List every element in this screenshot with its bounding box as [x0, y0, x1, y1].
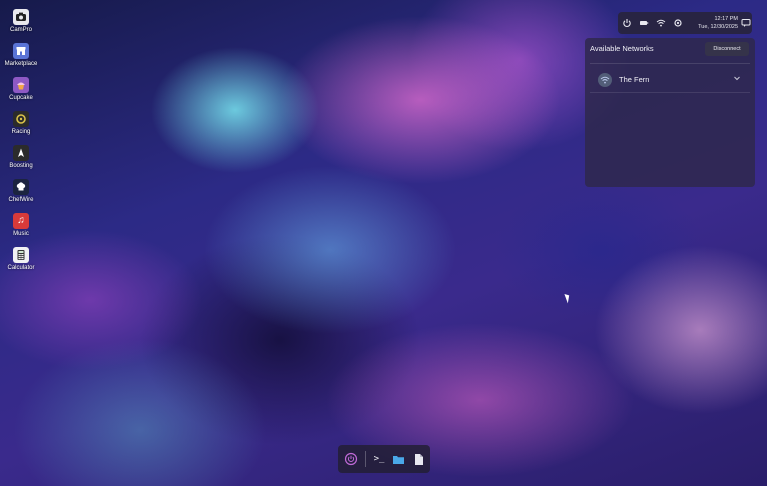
desktop-icon-label: Marketplace [4, 61, 38, 67]
disconnect-button[interactable]: Disconnect [705, 42, 749, 56]
desktop-icon-music[interactable]: ♫ Music [0, 213, 42, 245]
chef-hat-icon [13, 179, 29, 195]
divider [590, 92, 750, 93]
power-icon[interactable] [343, 451, 359, 467]
wifi-icon [598, 73, 612, 87]
divider [590, 63, 750, 64]
clock-date: Tue, 12/30/2025 [698, 24, 738, 30]
desktop-icon-boosting[interactable]: Boosting [0, 145, 42, 177]
desktop-icon-label: Boosting [9, 163, 33, 169]
desktop-icon-marketplace[interactable]: Marketplace [0, 43, 42, 75]
settings-icon[interactable] [672, 17, 684, 29]
wifi-icon[interactable] [655, 17, 667, 29]
mouse-cursor [564, 292, 572, 304]
racing-icon [13, 111, 29, 127]
desktop-background: CamPro Marketplace Cupcake Racing Boosti… [0, 0, 767, 486]
music-icon: ♫ [13, 213, 29, 229]
folder-icon[interactable] [390, 451, 406, 467]
system-tray: 12:17 PM Tue, 12/30/2025 [618, 12, 752, 34]
calculator-icon [13, 247, 29, 263]
cupcake-icon [13, 77, 29, 93]
desktop-icon-label: Cupcake [9, 95, 33, 101]
document-icon[interactable] [410, 451, 426, 467]
notifications-icon[interactable] [739, 16, 753, 30]
store-icon [13, 43, 29, 59]
battery-icon[interactable] [638, 17, 650, 29]
network-item[interactable]: The Fern [593, 71, 745, 89]
desktop-icon-label: Music [13, 231, 29, 237]
desktop-icon-calculator[interactable]: Calculator [0, 247, 42, 279]
network-ssid: The Fern [619, 75, 650, 84]
chevron-down-icon[interactable] [733, 74, 741, 87]
network-panel-title: Available Networks [590, 44, 654, 53]
terminal-icon[interactable]: >_ [371, 451, 387, 467]
power-icon[interactable] [621, 17, 633, 29]
network-panel: Available Networks Disconnect The Fern [585, 38, 755, 187]
desktop-icon-label: CamPro [9, 27, 32, 33]
desktop-icon-racing[interactable]: Racing [0, 111, 42, 143]
desktop-icon-label: Racing [11, 129, 31, 135]
boost-icon [13, 145, 29, 161]
camera-icon [13, 9, 29, 25]
desktop-icon-chefwire[interactable]: ChefWire [0, 179, 42, 211]
desktop-icon-campro[interactable]: CamPro [0, 9, 42, 41]
desktop-icon-label: ChefWire [8, 197, 34, 203]
desktop-icon-label: Calculator [7, 265, 35, 271]
clock[interactable]: 12:17 PM Tue, 12/30/2025 [690, 15, 738, 31]
taskbar-dock: >_ [338, 445, 430, 473]
clock-time: 12:17 PM [714, 16, 738, 22]
desktop-icon-cupcake[interactable]: Cupcake [0, 77, 42, 109]
divider [365, 451, 366, 467]
